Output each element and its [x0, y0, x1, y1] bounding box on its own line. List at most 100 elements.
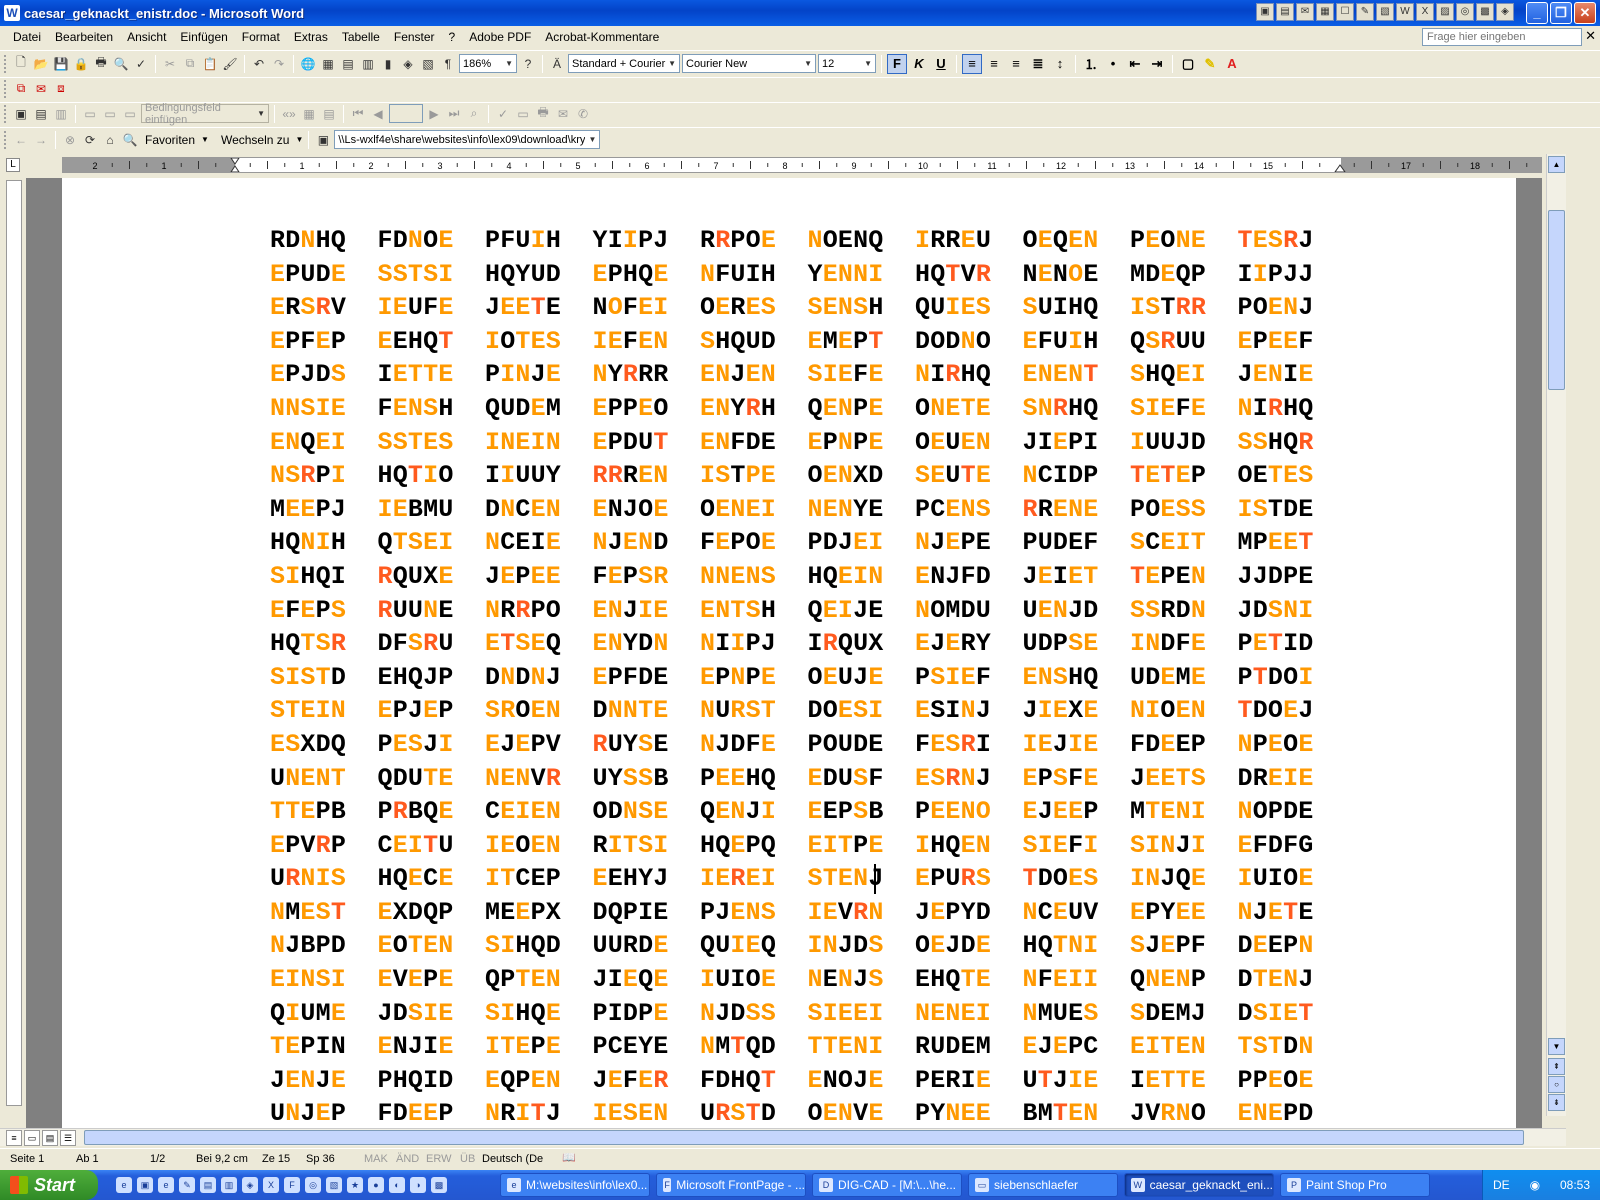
- merge-to-fax-icon[interactable]: ✆: [574, 105, 592, 123]
- tray-icon[interactable]: ▩: [1476, 3, 1494, 21]
- browse-object-icon[interactable]: ○: [1548, 1076, 1565, 1093]
- find-entry-icon[interactable]: ⌕: [465, 105, 483, 123]
- word-app-icon[interactable]: W: [4, 5, 20, 21]
- cut-icon[interactable]: ✂: [161, 55, 179, 73]
- paste-icon[interactable]: 📋: [201, 55, 219, 73]
- show-only-web-toolbar-icon[interactable]: ▣: [314, 131, 332, 149]
- task-word[interactable]: Wcaesar_geknackt_eni...: [1124, 1173, 1274, 1197]
- menu-adobe-pdf[interactable]: Adobe PDF: [462, 30, 538, 44]
- maximize-button[interactable]: ❐: [1550, 2, 1572, 24]
- style-select[interactable]: Standard + Courier ▼: [568, 54, 680, 73]
- zoom-select[interactable]: 186% ▼: [459, 54, 517, 73]
- toolbar-grip[interactable]: [4, 54, 7, 73]
- font-color-icon[interactable]: A: [1222, 54, 1242, 74]
- menu-acrobat-kommentare[interactable]: Acrobat-Kommentare: [538, 30, 666, 44]
- help-icon[interactable]: ?: [519, 55, 537, 73]
- quicklaunch-icon[interactable]: ★: [347, 1177, 363, 1193]
- quicklaunch-icon[interactable]: ▣: [137, 1177, 153, 1193]
- tray-icon[interactable]: ▣: [1256, 3, 1274, 21]
- network-icon[interactable]: ◉: [1530, 1178, 1540, 1192]
- quicklaunch-icon[interactable]: ▩: [431, 1177, 447, 1193]
- forward-arrow-icon[interactable]: →: [32, 131, 50, 149]
- favorites-menu[interactable]: Favoriten: [141, 133, 199, 147]
- tray-icon[interactable]: ▧: [1376, 3, 1394, 21]
- menu-help[interactable]: ?: [442, 30, 463, 44]
- quicklaunch-icon[interactable]: ▥: [221, 1177, 237, 1193]
- address-block-icon[interactable]: ▭: [81, 105, 99, 123]
- tray-icon[interactable]: ▤: [1276, 3, 1294, 21]
- quicklaunch-icon[interactable]: ◐: [389, 1177, 405, 1193]
- open-folder-icon[interactable]: 📂: [32, 55, 50, 73]
- minimize-button[interactable]: _: [1526, 2, 1548, 24]
- convert-to-pdf-icon[interactable]: ⧉: [12, 80, 30, 98]
- quicklaunch-icon[interactable]: F: [284, 1177, 300, 1193]
- merge-to-email-icon[interactable]: ✉: [554, 105, 572, 123]
- merge-to-document-icon[interactable]: ▭: [514, 105, 532, 123]
- quicklaunch-icon[interactable]: ✎: [179, 1177, 195, 1193]
- vertical-scrollbar[interactable]: ▲ ▼ ⇞ ○ ⇟: [1546, 154, 1566, 1116]
- quicklaunch-icon[interactable]: ▧: [326, 1177, 342, 1193]
- task-explorer[interactable]: e M:\websites\info\lex0...: [500, 1173, 650, 1197]
- highlight-fields-icon[interactable]: ▦: [300, 105, 318, 123]
- last-record-icon[interactable]: ⏭: [445, 105, 463, 123]
- home-icon[interactable]: ⌂: [101, 131, 119, 149]
- main-document-icon[interactable]: ▣: [12, 105, 30, 123]
- menu-bearbeiten[interactable]: Bearbeiten: [48, 30, 120, 44]
- previous-page-icon[interactable]: ⇞: [1548, 1058, 1565, 1075]
- merge-fields-icon[interactable]: ▭: [121, 105, 139, 123]
- drawing-icon[interactable]: ◈: [399, 55, 417, 73]
- task-digcad[interactable]: D DIG-CAD - [M:\...\he...: [812, 1173, 962, 1197]
- back-arrow-icon[interactable]: ←: [12, 131, 30, 149]
- horizontal-scroll-thumb[interactable]: [84, 1130, 1524, 1145]
- insert-table-icon[interactable]: ▤: [339, 55, 357, 73]
- outline-view-icon[interactable]: ☰: [60, 1130, 76, 1146]
- close-button[interactable]: ✕: [1574, 2, 1596, 24]
- first-record-icon[interactable]: ⏮: [349, 105, 367, 123]
- align-right-icon[interactable]: ≡: [1006, 54, 1026, 74]
- menu-fenster[interactable]: Fenster: [387, 30, 442, 44]
- normal-view-icon[interactable]: ≡: [6, 1130, 22, 1146]
- copy-icon[interactable]: ⧉: [181, 55, 199, 73]
- greeting-line-icon[interactable]: ▭: [101, 105, 119, 123]
- font-size-select[interactable]: 12 ▼: [818, 54, 876, 73]
- print-layout-icon[interactable]: ▤: [42, 1130, 58, 1146]
- tray-icon[interactable]: ✉: [1296, 3, 1314, 21]
- line-spacing-icon[interactable]: ↕: [1050, 54, 1070, 74]
- refresh-icon[interactable]: ⟳: [81, 131, 99, 149]
- undo-icon[interactable]: ↶: [250, 55, 268, 73]
- tray-icon[interactable]: ◈: [1496, 3, 1514, 21]
- start-button[interactable]: Start: [0, 1170, 98, 1200]
- border-icon[interactable]: ▢: [1178, 54, 1198, 74]
- language-indicator[interactable]: DE: [1493, 1178, 1510, 1192]
- document-map-icon[interactable]: ▧: [419, 55, 437, 73]
- stop-icon[interactable]: ⊗: [61, 131, 79, 149]
- record-number-input[interactable]: [389, 104, 423, 123]
- help-search-input[interactable]: [1422, 28, 1582, 46]
- status-extend[interactable]: ERW: [426, 1153, 451, 1165]
- quicklaunch-icon[interactable]: ◈: [242, 1177, 258, 1193]
- tray-icon[interactable]: ◎: [1456, 3, 1474, 21]
- address-field[interactable]: \\Ls-wxlf4e\share\websites\info\lex09\do…: [334, 130, 601, 149]
- horizontal-ruler[interactable]: 2 1 1 2 3 4 5 6 7 8 9 10 11 12 13 14 15 17 18: [62, 157, 1542, 173]
- font-select[interactable]: Courier New ▼: [682, 54, 816, 73]
- document-page[interactable]: RDNHQ FDNOE PFUIH YIIPJ RRPOE NOENQ IRREU OEQEN…: [62, 178, 1516, 1128]
- tray-icon[interactable]: X: [1416, 3, 1434, 21]
- tables-borders-icon[interactable]: ▦: [319, 55, 337, 73]
- insert-excel-icon[interactable]: ▥: [359, 55, 377, 73]
- menu-einfuegen[interactable]: Einfügen: [173, 30, 234, 44]
- previous-record-icon[interactable]: ◀: [369, 105, 387, 123]
- align-center-icon[interactable]: ≡: [984, 54, 1004, 74]
- scroll-up-icon[interactable]: ▲: [1548, 156, 1565, 173]
- status-language[interactable]: Deutsch (De: [482, 1153, 543, 1165]
- spelling-status-icon[interactable]: 📖: [562, 1151, 576, 1164]
- status-macro[interactable]: MAK: [364, 1153, 388, 1165]
- menu-ansicht[interactable]: Ansicht: [120, 30, 173, 44]
- close-document-icon[interactable]: ✕: [1585, 28, 1596, 44]
- next-record-icon[interactable]: ▶: [425, 105, 443, 123]
- task-folder[interactable]: ▭ siebenschlaefer: [968, 1173, 1118, 1197]
- open-data-source-icon[interactable]: ▤: [32, 105, 50, 123]
- cipher-text-block[interactable]: RDNHQ FDNOE PFUIH YIIPJ RRPOE NOENQ IRREU OEQEN…: [270, 224, 1345, 1128]
- scroll-down-icon[interactable]: ▼: [1548, 1038, 1565, 1055]
- menu-extras[interactable]: Extras: [287, 30, 335, 44]
- numbering-icon[interactable]: ⒈: [1081, 54, 1101, 74]
